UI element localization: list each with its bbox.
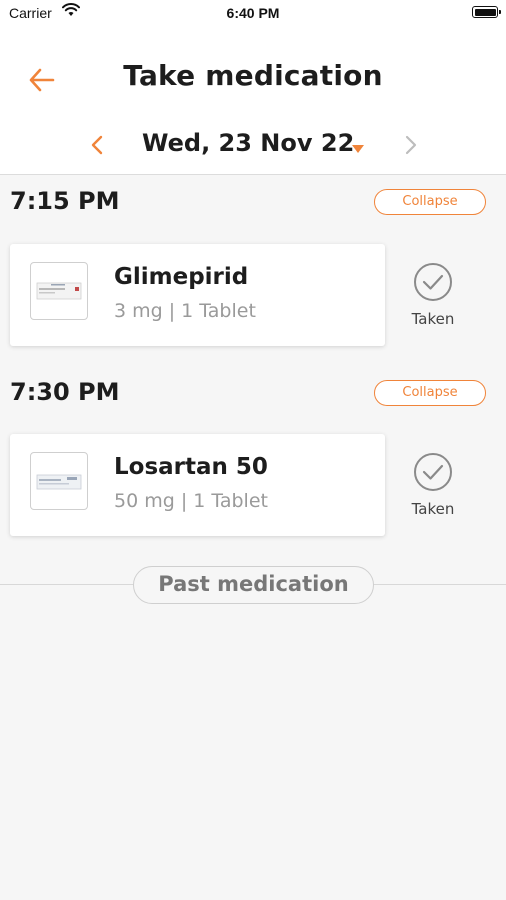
battery-icon [472, 6, 501, 18]
medication-name: Glimepirid [114, 264, 249, 290]
chevron-right-icon [405, 135, 417, 155]
date-selector: Wed, 23 Nov 22 [0, 126, 506, 166]
medication-image [30, 262, 88, 320]
medication-dose: 50 mg | 1 Tablet [114, 490, 268, 512]
medication-dose: 3 mg | 1 Tablet [114, 300, 256, 322]
next-day-button[interactable] [400, 132, 422, 158]
schedule-time: 7:30 PM [10, 378, 120, 406]
taken-button[interactable]: Taken [403, 262, 463, 342]
medication-name: Losartan 50 [114, 454, 268, 480]
collapse-button[interactable]: Collapse [374, 380, 486, 406]
status-bar: Carrier 6:40 PM [0, 0, 506, 26]
check-circle-icon [414, 263, 452, 301]
taken-button[interactable]: Taken [403, 452, 463, 532]
taken-label: Taken [411, 500, 455, 518]
status-time: 6:40 PM [226, 5, 280, 21]
collapse-button[interactable]: Collapse [374, 189, 486, 215]
schedule-time: 7:15 PM [10, 187, 120, 215]
header: Take medication Wed, 23 Nov 22 [0, 26, 506, 175]
schedule-time-row: 7:15 PM Collapse [0, 187, 506, 227]
taken-label: Taken [411, 310, 455, 328]
selected-date[interactable]: Wed, 23 Nov 22 [142, 129, 354, 157]
caret-down-icon [352, 145, 364, 153]
medication-card[interactable]: Glimepirid 3 mg | 1 Tablet [10, 244, 385, 346]
past-medication-button[interactable]: Past medication [133, 566, 374, 604]
previous-day-button[interactable] [86, 132, 108, 158]
medication-card[interactable]: Losartan 50 50 mg | 1 Tablet [10, 434, 385, 536]
schedule-time-row: 7:30 PM Collapse [0, 378, 506, 418]
check-circle-icon [414, 453, 452, 491]
chevron-left-icon [91, 135, 103, 155]
medication-image [30, 452, 88, 510]
date-dropdown-button[interactable] [351, 140, 365, 153]
page-title: Take medication [123, 59, 383, 92]
